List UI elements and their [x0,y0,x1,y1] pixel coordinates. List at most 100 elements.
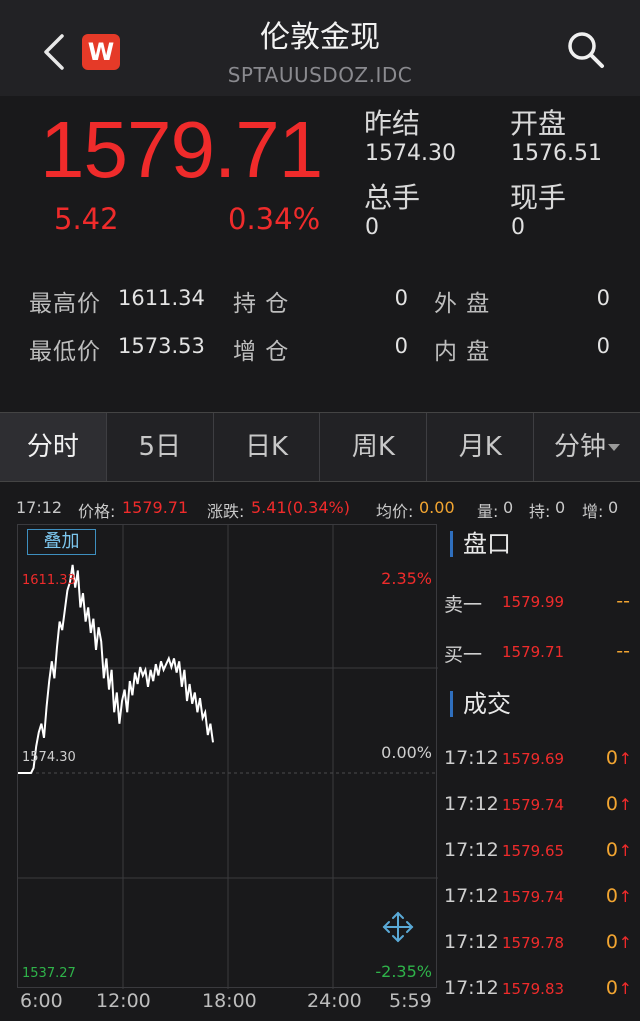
current-volume-label: 现手 [510,181,567,214]
top-navigation-bar: W 伦敦金现 SPTAUUSDOZ.IDC [0,0,640,96]
x-tick: 6:00 [20,990,63,1012]
sell1-volume: -- [616,590,630,612]
intraday-chart: 1611.33 1574.30 1537.27 2.35% 0.00% -2.3… [18,525,438,989]
x-tick: 5:59 [389,990,432,1012]
overlay-button[interactable]: 叠加 [27,529,96,555]
tab-minute-label: 分钟 [554,432,607,462]
low-label: 最低价 [29,339,101,365]
intraday-chart-frame[interactable]: 1611.33 1574.30 1537.27 2.35% 0.00% -2.3… [17,524,438,989]
sell1-label: 卖一 [444,594,483,616]
info-time: 17:12 [16,498,63,517]
arrow-up-icon: ↑ [618,887,632,906]
tab-intraday-label: 分时 [26,432,79,462]
inner-volume-value: 0 [596,334,610,358]
tab-weekly-k[interactable]: 周K [320,413,428,481]
arrow-up-icon: ↑ [618,841,632,860]
trade-volume: 0 [605,839,618,861]
total-volume-value: 0 [365,215,379,240]
info-inc-value: 0 [608,498,619,517]
instrument-code: SPTAUUSDOZ.IDC [227,63,413,87]
info-volume-value: 0 [503,498,514,517]
info-hold-value: 0 [555,498,566,517]
total-volume-label: 总手 [364,181,421,214]
trade-time: 17:12 [444,977,499,999]
trade-price: 1579.69 [502,750,565,768]
info-inc-label: 增: [582,502,604,521]
open-interest-label: 持 仓 [233,291,290,317]
buy1-price: 1579.71 [502,643,565,661]
order-book-title: 盘口 [450,531,511,557]
prev-close-label: 昨结 [364,107,421,140]
info-avg-value: 0.00 [419,498,455,517]
oi-change-value: 0 [394,334,408,358]
crosshair-info-bar: 17:12 价格: 1579.71 涨跌: 5.41(0.34%) 均价: 0.… [0,482,640,528]
arrow-up-icon: ↑ [618,979,632,998]
y-axis-bottom-label: 1537.27 [22,966,76,981]
tab-minute[interactable]: 分钟 [534,413,640,481]
info-avg-label: 均价: [376,502,414,521]
oi-change-label: 增 仓 [233,339,290,365]
y-axis-mid-label: 1574.30 [22,750,76,765]
page-title: 伦敦金现 [260,20,380,55]
prev-close-value: 1574.30 [365,141,456,166]
x-tick: 12:00 [96,990,151,1012]
tab-monthly-k[interactable]: 月K [427,413,535,481]
trade-price: 1579.83 [502,980,565,998]
tab-monthly-k-label: 月K [458,432,502,462]
trade-time: 17:12 [444,931,499,953]
quote-panel: 1579.71 5.42 0.34% 昨结 1574.30 开盘 1576.51… [0,96,640,412]
search-icon[interactable] [566,30,606,70]
trade-volume: 0 [605,885,618,907]
arrow-up-icon: ↑ [618,933,632,952]
trade-price: 1579.74 [502,796,565,814]
buy1-label: 买一 [444,644,483,666]
trade-volume: 0 [605,931,618,953]
outer-volume-value: 0 [596,286,610,310]
buy1-volume: -- [616,640,630,662]
trade-time: 17:12 [444,793,499,815]
trade-time: 17:12 [444,747,499,769]
inner-volume-label: 内 盘 [434,339,491,365]
high-label: 最高价 [29,291,101,317]
tab-intraday[interactable]: 分时 [0,413,107,481]
pct-top-label: 2.35% [381,569,432,588]
chart-period-tabs: 分时 5日 日K 周K 月K 分钟 [0,412,640,482]
trade-volume: 0 [605,793,618,815]
x-tick: 24:00 [307,990,362,1012]
current-volume-value: 0 [511,215,525,240]
info-price-value: 1579.71 [122,498,189,517]
x-tick: 18:00 [202,990,257,1012]
low-value: 1573.53 [118,334,205,358]
trade-volume: 0 [605,747,618,769]
tab-5day[interactable]: 5日 [107,413,214,481]
trades-title: 成交 [450,691,511,717]
tab-daily-k-label: 日K [245,432,289,462]
trade-price: 1579.65 [502,842,565,860]
open-label: 开盘 [510,107,567,140]
last-price: 1579.71 [40,105,323,194]
arrow-up-icon: ↑ [618,795,632,814]
price-series-line [18,564,214,774]
arrow-up-icon: ↑ [618,749,632,768]
y-axis-top-label: 1611.33 [22,573,76,588]
info-price-label: 价格: [78,502,116,521]
tab-daily-k[interactable]: 日K [214,413,321,481]
info-change-value: 5.41(0.34%) [251,498,350,517]
open-value: 1576.51 [511,141,602,166]
price-change-percent: 0.34% [228,202,321,236]
info-change-label: 涨跌: [207,502,245,521]
chart-grid [18,525,438,989]
trade-time: 17:12 [444,885,499,907]
chevron-down-icon [608,444,621,451]
expand-arrows-icon[interactable] [382,911,414,943]
outer-volume-label: 外 盘 [434,291,491,317]
trade-time: 17:12 [444,839,499,861]
sell1-price: 1579.99 [502,593,565,611]
trade-price: 1579.74 [502,888,565,906]
pct-mid-label: 0.00% [381,743,432,762]
price-change: 5.42 [54,202,119,236]
tab-weekly-k-label: 周K [351,432,395,462]
trade-volume: 0 [605,977,618,999]
high-value: 1611.34 [118,286,205,310]
open-interest-value: 0 [394,286,408,310]
